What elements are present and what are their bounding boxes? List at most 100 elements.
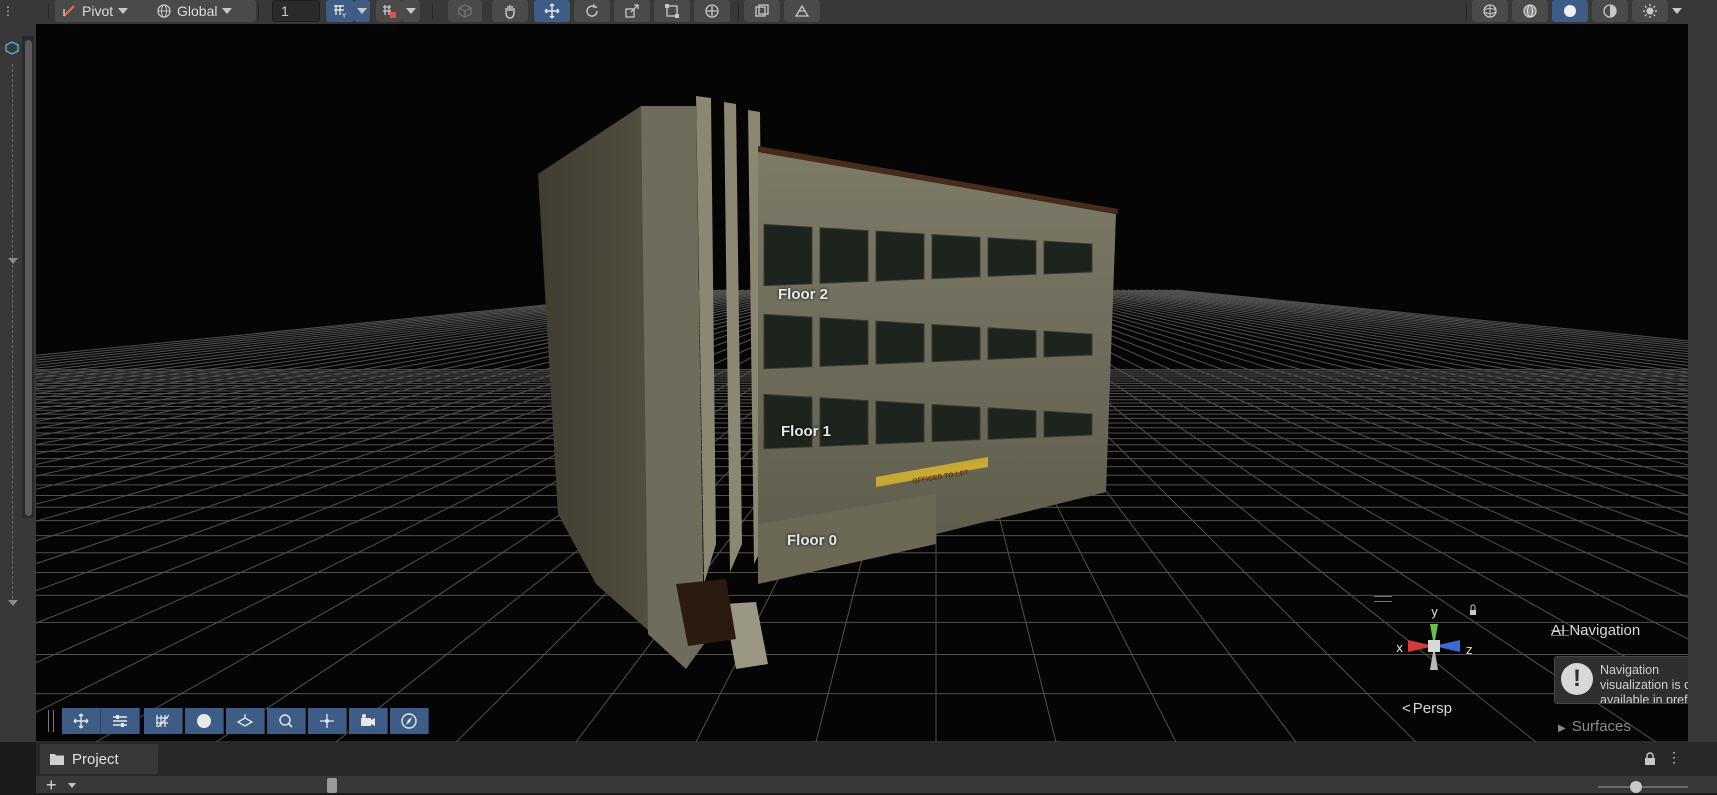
overlay-sphere-button[interactable] (185, 708, 224, 734)
chevron-down-icon[interactable] (68, 783, 76, 788)
nodes-icon (320, 714, 334, 728)
increment-snap-dropdown[interactable] (402, 0, 420, 22)
expand-arrow-icon[interactable] (8, 258, 18, 264)
lock-icon[interactable] (1644, 752, 1656, 771)
camera-icon (361, 714, 375, 726)
window (819, 317, 869, 367)
toolbar-drag-handle-icon[interactable] (48, 710, 54, 732)
gizmo-y-label: y (1431, 605, 1438, 619)
overlay-search-button[interactable] (267, 708, 306, 734)
view-tool-button[interactable] (492, 0, 528, 22)
move-icon (73, 713, 89, 729)
grid-snap-button[interactable]: Y (326, 0, 354, 22)
grid-snap-icon: Y (334, 5, 347, 19)
lock-icon[interactable] (1470, 610, 1476, 615)
cube-icon (458, 4, 472, 18)
gizmo-z-label: z (1466, 643, 1472, 657)
layers-icon (236, 714, 254, 727)
projection-toggle[interactable]: < Persp (1402, 700, 1452, 717)
shaded-mode-button[interactable] (1552, 0, 1588, 22)
sliders-icon (113, 715, 127, 727)
window (931, 323, 981, 363)
effects-dropdown[interactable] (1668, 0, 1686, 22)
overlay-layers-button[interactable] (226, 708, 265, 734)
overlay-settings-button[interactable] (101, 708, 140, 734)
move-tool-button[interactable] (534, 0, 570, 22)
draw-mode-button[interactable] (448, 0, 482, 22)
floor-1-label[interactable]: Floor 1 (781, 423, 831, 440)
scrollbar-thumb[interactable] (25, 40, 32, 516)
surfaces-foldout[interactable]: ▶ Surfaces (1558, 718, 1631, 735)
window (987, 327, 1037, 360)
window (931, 403, 981, 443)
effects-button[interactable] (1632, 0, 1668, 22)
hand-icon (505, 5, 515, 19)
overlay-compass-button[interactable] (390, 708, 429, 734)
window (875, 320, 925, 365)
ai-navigation-overlay-title: AI Navigation (1551, 622, 1641, 639)
orientation-gizmo[interactable]: y x z (1374, 596, 1494, 696)
rect-tool-button[interactable] (654, 0, 690, 22)
increment-snap-button[interactable] (376, 0, 402, 22)
window (1043, 410, 1093, 438)
grid-line (36, 289, 877, 624)
overlay-grid-button[interactable] (144, 708, 183, 734)
project-toolbar (36, 776, 1717, 793)
kebab-menu-icon[interactable]: ⋮ (1667, 749, 1681, 766)
debug-draw-mode-button[interactable] (1592, 0, 1628, 22)
sphere-icon (197, 714, 211, 728)
warning-icon: ! (1561, 663, 1593, 695)
window (763, 223, 813, 287)
transform-tool-button[interactable] (694, 0, 730, 22)
window (1043, 330, 1093, 358)
overlay-camera-button[interactable] (349, 708, 388, 734)
chevron-down-icon (406, 8, 416, 14)
custom-tool-button[interactable] (744, 0, 780, 22)
global-dropdown[interactable]: Global (150, 0, 256, 22)
chevron-down-icon (357, 8, 367, 14)
overlay-move-button[interactable] (62, 708, 101, 734)
compass-icon (401, 713, 417, 729)
folder-icon (50, 754, 64, 765)
rotate-icon (586, 4, 598, 17)
panel-splitter-handle[interactable] (327, 778, 337, 793)
shaded-wireframe-icon (1523, 4, 1537, 18)
foldout-arrow-icon: ▶ (1558, 723, 1566, 734)
floor-0-label[interactable]: Floor 0 (787, 532, 837, 549)
ai-navigation-warning-box: ! Navigation visualization is only avail… (1554, 656, 1696, 704)
pivot-dropdown[interactable]: Pivot (55, 0, 155, 22)
scene-viewport[interactable]: Floor 2 Floor 1 Floor 0 OFFICES TO LET y… (36, 24, 1688, 742)
floor-2-label[interactable]: Floor 2 (778, 286, 828, 303)
icon-size-slider[interactable] (1598, 786, 1688, 788)
svg-text:Y: Y (341, 12, 347, 19)
overlay-nodes-button[interactable] (308, 708, 347, 734)
overflow-menu-icon[interactable]: ⋮ (0, 0, 16, 22)
grid-line (36, 289, 847, 505)
project-tab[interactable]: Project (40, 744, 158, 774)
window (1043, 240, 1093, 275)
drag-handle-icon[interactable] (1374, 596, 1392, 602)
scene-toolbar: ⋮ Pivot Global 1 Y (0, 0, 1717, 25)
add-asset-button[interactable]: + (46, 776, 57, 794)
rotate-tool-button[interactable] (574, 0, 610, 22)
scene-lighting-button[interactable] (1472, 0, 1508, 22)
perspective-icon: < (1402, 700, 1411, 717)
navigation-message: Navigation visualization is only availab… (1600, 663, 1695, 704)
pivot-icon (63, 5, 75, 17)
window (875, 230, 925, 282)
right-edge-panel (1688, 24, 1717, 742)
shaded-wireframe-button[interactable] (1512, 0, 1548, 22)
snap-increment-field[interactable]: 1 (272, 0, 320, 22)
chevron-down-icon (1672, 8, 1682, 14)
window (987, 237, 1037, 277)
expand-arrow-icon[interactable] (8, 600, 18, 606)
chevron-down-icon (118, 8, 129, 14)
scale-tool-button[interactable] (614, 0, 650, 22)
navmesh-tool-button[interactable] (784, 0, 820, 22)
transform-icon (705, 4, 719, 18)
grid-snap-dropdown[interactable] (354, 0, 370, 22)
building-model (538, 96, 1118, 669)
wireframe-sphere-icon (1483, 4, 1497, 18)
window (763, 313, 813, 370)
icon-size-slider-thumb[interactable] (1630, 781, 1642, 793)
